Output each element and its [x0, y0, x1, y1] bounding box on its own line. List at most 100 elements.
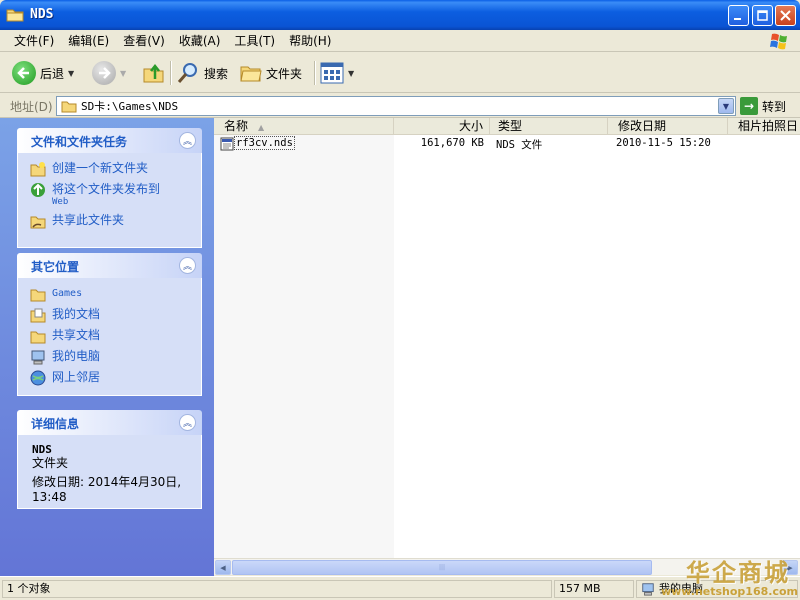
views-icon: [320, 62, 344, 84]
search-button[interactable]: 搜索: [176, 59, 228, 87]
menu-favorites[interactable]: 收藏(A): [173, 32, 227, 49]
forward-arrow-icon: [92, 61, 116, 85]
column-photo-date[interactable]: 相片拍照日: [728, 118, 800, 135]
menu-file[interactable]: 文件(F): [8, 32, 60, 49]
publish-web-icon: [31, 183, 45, 197]
other-places-panel: 其它位置 ︽ Games 我的文档 共享文档 我的电脑 网上邻居: [17, 253, 202, 396]
toolbar: 后退 ▼ ▼ 搜索 文件夹 ▼: [0, 53, 800, 93]
column-name[interactable]: 名称 ▲: [214, 118, 394, 135]
file-type: NDS 文件: [496, 139, 543, 151]
file-tasks-panel: 文件和文件夹任务 ︽ 创建一个新文件夹 将这个文件夹发布到 Web 共享此文件夹: [17, 128, 202, 248]
new-folder-icon: [30, 162, 46, 177]
grip-icon: |||: [438, 564, 446, 571]
scroll-thumb[interactable]: |||: [232, 560, 652, 575]
detail-name: NDS: [32, 443, 52, 456]
toolbar-separator: [314, 61, 315, 85]
views-dropdown-icon[interactable]: ▼: [348, 69, 354, 78]
detail-modified: 修改日期: 2014年4月30日,: [32, 475, 182, 489]
menu-edit[interactable]: 编辑(E): [62, 32, 115, 49]
forward-button[interactable]: ▼: [92, 59, 126, 87]
share-folder-icon: [30, 216, 46, 229]
menu-view[interactable]: 查看(V): [117, 32, 171, 49]
forward-dropdown-icon[interactable]: ▼: [120, 69, 126, 78]
address-bar: 地址(D) SD卡:\Games\NDS ▼ → 转到: [0, 94, 800, 118]
details-title: 详细信息: [31, 417, 80, 431]
table-row[interactable]: rf3cv.nds 161,670 KB NDS 文件 2010-11-5 15…: [214, 136, 800, 152]
watermark-logo: 华企商城: [686, 558, 790, 587]
file-list[interactable]: 名称 ▲ 大小 类型 修改日期 相片拍照日 rf3cv.nds 161,670 K…: [214, 118, 800, 558]
file-tasks-header[interactable]: 文件和文件夹任务 ︽: [17, 128, 202, 153]
up-folder-button[interactable]: [142, 59, 166, 87]
folders-button[interactable]: 文件夹: [240, 59, 302, 87]
address-input[interactable]: SD卡:\Games\NDS ▼: [56, 96, 736, 116]
my-computer-icon: [31, 350, 45, 365]
back-button[interactable]: 后退 ▼: [12, 59, 74, 87]
folder-icon: [6, 9, 24, 22]
status-size: 157 MB: [554, 580, 634, 598]
folders-icon: [240, 66, 262, 82]
menu-tools[interactable]: 工具(T): [228, 32, 281, 49]
place-label: Games: [52, 288, 83, 299]
window-title: NDS: [30, 7, 54, 22]
folder-icon: [30, 289, 46, 302]
address-dropdown-button[interactable]: ▼: [718, 98, 734, 114]
up-folder-icon: [143, 63, 164, 83]
maximize-button[interactable]: [752, 5, 773, 26]
other-places-header[interactable]: 其它位置 ︽: [17, 253, 202, 278]
details-header[interactable]: 详细信息 ︽: [17, 410, 202, 435]
windows-logo-icon: [770, 33, 787, 50]
scroll-left-button[interactable]: ◀: [215, 560, 231, 575]
file-modified: 2010-11-5 15:20: [616, 137, 711, 149]
column-header: 名称 ▲ 大小 类型 修改日期 相片拍照日: [214, 118, 800, 135]
column-type[interactable]: 类型: [490, 118, 608, 135]
go-arrow-icon: →: [740, 97, 758, 115]
back-label: 后退: [40, 66, 65, 81]
chevron-up-icon: ︽: [182, 137, 192, 147]
chevron-left-icon: ◀: [220, 563, 226, 572]
task-label: 共享此文件夹: [52, 213, 125, 227]
place-shared-documents[interactable]: 共享文档: [30, 328, 191, 344]
task-new-folder[interactable]: 创建一个新文件夹: [30, 161, 191, 177]
title-bar[interactable]: NDS: [0, 0, 800, 30]
search-label: 搜索: [204, 66, 229, 81]
collapse-button[interactable]: ︽: [179, 414, 196, 431]
place-games[interactable]: Games: [30, 286, 191, 302]
place-my-computer[interactable]: 我的电脑: [30, 349, 191, 365]
menu-bar: 文件(F) 编辑(E) 查看(V) 收藏(A) 工具(T) 帮助(H): [0, 30, 800, 52]
chevron-down-icon: ▼: [722, 101, 730, 111]
place-network[interactable]: 网上邻居: [30, 370, 191, 386]
views-button[interactable]: ▼: [320, 59, 354, 87]
details-panel: 详细信息 ︽ NDS 文件夹 修改日期: 2014年4月30日, 13:48: [17, 410, 202, 509]
minimize-icon: [734, 18, 741, 20]
chevron-up-icon: ︽: [182, 262, 192, 272]
file-tasks-title: 文件和文件夹任务: [31, 135, 128, 149]
details-body: NDS 文件夹 修改日期: 2014年4月30日, 13:48: [17, 435, 202, 509]
task-label: 创建一个新文件夹: [52, 161, 149, 175]
search-icon: [177, 63, 197, 83]
address-label: 地址(D): [10, 100, 53, 114]
place-my-documents[interactable]: 我的文档: [30, 307, 191, 323]
menu-help[interactable]: 帮助(H): [283, 32, 337, 49]
task-publish-web[interactable]: 将这个文件夹发布到 Web: [30, 182, 191, 208]
back-dropdown-icon[interactable]: ▼: [68, 69, 74, 78]
go-button[interactable]: → 转到: [740, 96, 786, 116]
column-size[interactable]: 大小: [394, 118, 490, 135]
minimize-button[interactable]: [728, 5, 749, 26]
place-label: 我的文档: [52, 307, 101, 321]
place-label: 网上邻居: [52, 370, 101, 384]
my-documents-icon: [30, 308, 46, 323]
shared-documents-icon: [30, 331, 46, 344]
detail-modified-time: 13:48: [32, 490, 67, 504]
maximize-icon: [757, 10, 768, 21]
task-share-folder[interactable]: 共享此文件夹: [30, 213, 191, 229]
chevron-up-icon: ︽: [182, 419, 192, 429]
file-tasks-body: 创建一个新文件夹 将这个文件夹发布到 Web 共享此文件夹: [17, 153, 202, 248]
folders-label: 文件夹: [266, 66, 303, 81]
place-label: 我的电脑: [52, 349, 101, 363]
collapse-button[interactable]: ︽: [179, 257, 196, 274]
detail-type: 文件夹: [32, 456, 69, 470]
file-size: 161,670 KB: [420, 137, 484, 149]
collapse-button[interactable]: ︽: [179, 132, 196, 149]
close-button[interactable]: [775, 5, 796, 26]
column-modified[interactable]: 修改日期: [608, 118, 728, 135]
